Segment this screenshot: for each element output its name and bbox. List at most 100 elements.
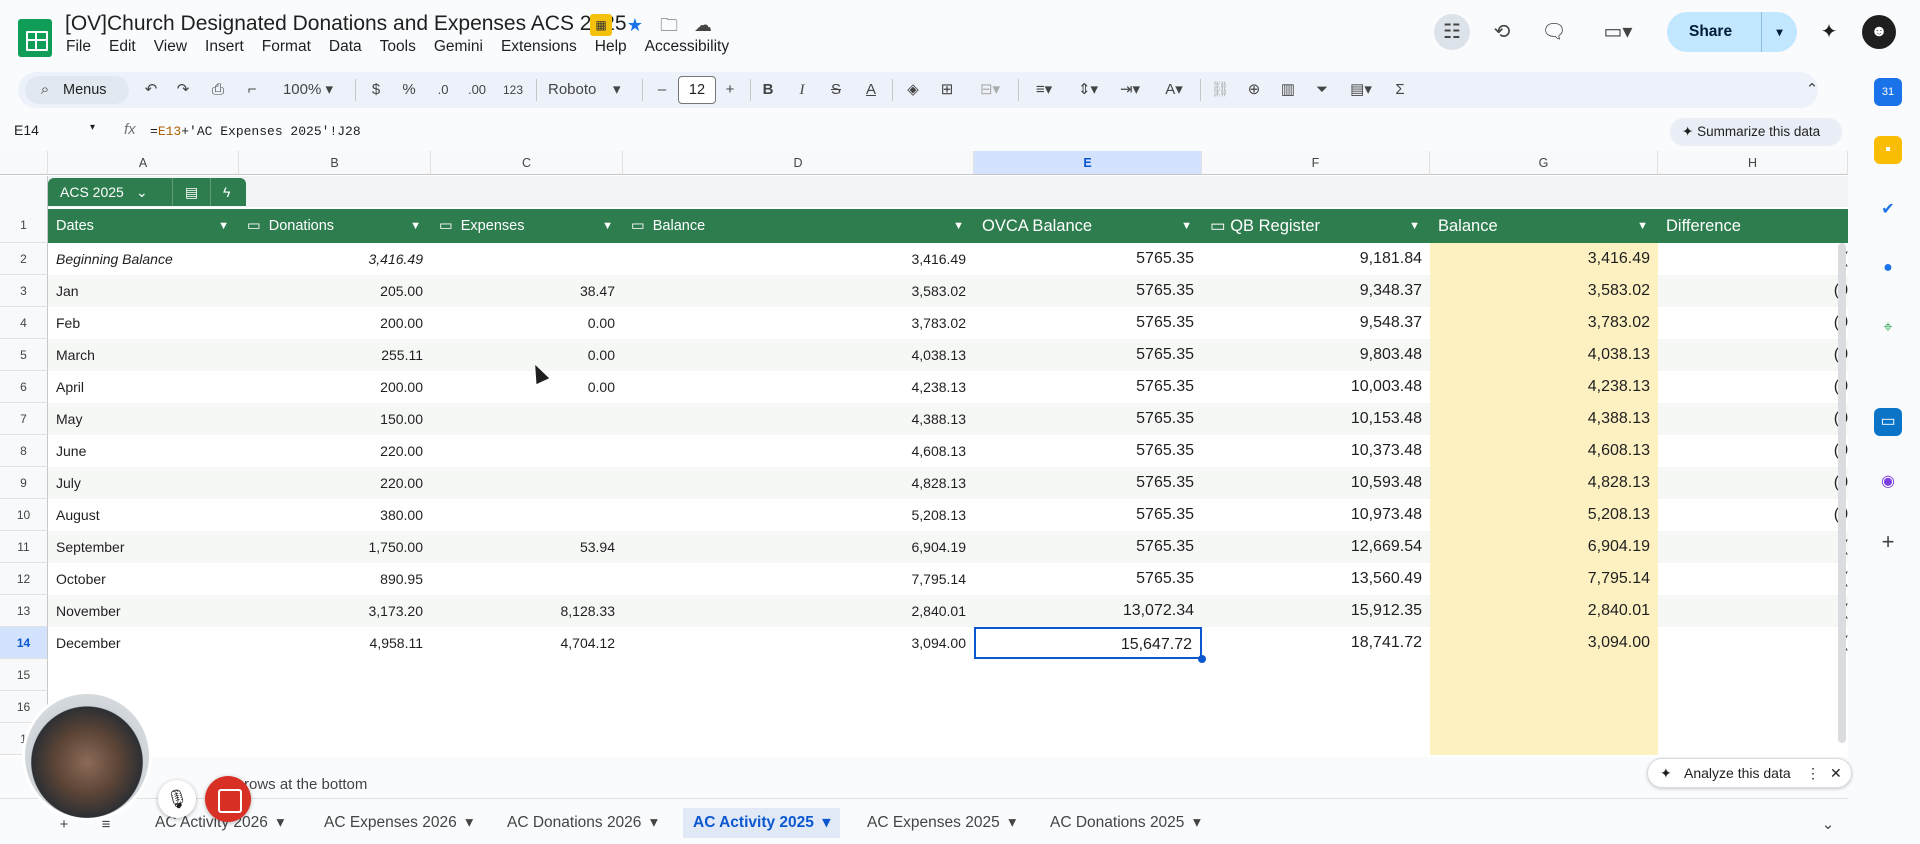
cell-b[interactable]: 3,173.20 <box>239 595 431 627</box>
cell-a[interactable]: March <box>48 339 239 371</box>
zoom-select[interactable]: 100% ▾ <box>276 75 340 105</box>
menu-extensions[interactable]: Extensions <box>492 37 586 57</box>
get-addons-icon[interactable]: + <box>1874 528 1902 556</box>
cell-c[interactable] <box>431 499 623 531</box>
strikethrough-button[interactable]: S <box>826 75 846 105</box>
cell-c[interactable] <box>431 435 623 467</box>
column-header-b[interactable]: B <box>239 151 431 175</box>
summarize-data-button[interactable]: ✦ Summarize this data <box>1670 118 1842 146</box>
cell-c[interactable]: 4,704.12 <box>431 627 623 659</box>
filter-icon[interactable]: ⏷ <box>1310 75 1334 105</box>
move-folder-icon[interactable]: 🗀 <box>658 14 680 36</box>
gemini-spark-icon[interactable]: ✦ <box>1811 14 1847 50</box>
cell-d[interactable]: 3,094.00 <box>623 627 974 659</box>
cell-d[interactable]: 4,238.13 <box>623 371 974 403</box>
row-header-1[interactable]: 1 <box>0 207 48 243</box>
menu-help[interactable]: Help <box>586 37 636 57</box>
table-automation-icon[interactable]: ϟ <box>210 178 230 206</box>
header-balance[interactable]: ▭ Balance ▼ <box>623 209 974 243</box>
cell-e[interactable]: 5765.35 <box>974 403 1202 435</box>
column-header-g[interactable]: G <box>1430 151 1658 175</box>
sheet-tab-ac-expenses-2025[interactable]: AC Expenses 2025 ▾ <box>857 808 1026 838</box>
cell-e[interactable]: 15,647.72 <box>974 627 1202 659</box>
formula-input[interactable]: =E13+'AC Expenses 2025'!J28 <box>150 124 361 139</box>
fill-handle[interactable] <box>1198 655 1206 663</box>
redo-icon[interactable]: ↷ <box>172 75 194 105</box>
cell-h[interactable]: (0 <box>1658 339 1848 371</box>
cell-d[interactable]: 4,388.13 <box>623 403 974 435</box>
cell-h[interactable]: (0 <box>1658 275 1848 307</box>
account-avatar[interactable]: ☻ <box>1862 15 1896 49</box>
share-dropdown-icon[interactable]: ▾ <box>1761 12 1797 52</box>
version-history-icon[interactable]: ⟲ <box>1484 14 1520 50</box>
cell-e[interactable]: 13,072.34 <box>974 595 1202 627</box>
row-header[interactable]: 13 <box>0 595 48 627</box>
italic-button[interactable]: I <box>792 75 812 105</box>
cell-c[interactable] <box>431 243 623 275</box>
menu-format[interactable]: Format <box>253 37 320 57</box>
sheet-tab-ac-donations-2026[interactable]: AC Donations 2026 ▾ <box>497 808 668 838</box>
row-header[interactable]: 6 <box>0 371 48 403</box>
star-icon[interactable]: ★ <box>624 14 646 36</box>
keep-icon[interactable]: ▪ <box>1874 136 1902 164</box>
bold-button[interactable]: B <box>758 75 778 105</box>
row-header[interactable]: 14 <box>0 627 48 659</box>
menu-accessibility[interactable]: Accessibility <box>636 37 738 57</box>
functions-icon[interactable]: Σ <box>1388 75 1412 105</box>
cell-f[interactable]: 10,973.48 <box>1202 499 1430 531</box>
header-balance-2[interactable]: Balance ▼ <box>1430 209 1658 243</box>
close-icon[interactable]: ✕ <box>1830 759 1842 787</box>
cell-b[interactable]: 890.95 <box>239 563 431 595</box>
cell-a[interactable]: June <box>48 435 239 467</box>
cell-f[interactable]: 10,003.48 <box>1202 371 1430 403</box>
cell-a[interactable]: April <box>48 371 239 403</box>
cell-h[interactable]: (0 <box>1658 403 1848 435</box>
cell-c[interactable] <box>431 467 623 499</box>
cell-e[interactable]: 5765.35 <box>974 467 1202 499</box>
sheets-logo-icon[interactable] <box>18 19 52 57</box>
row-header[interactable]: 10 <box>0 499 48 531</box>
cell-c[interactable]: 0.00 <box>431 371 623 403</box>
cell-d[interactable]: 3,583.02 <box>623 275 974 307</box>
row-header[interactable]: 3 <box>0 275 48 307</box>
empty-highlight-cell[interactable] <box>1430 691 1658 723</box>
cell-e[interactable]: 5765.35 <box>974 339 1202 371</box>
paint-format-icon[interactable]: ⌐ <box>240 75 264 105</box>
meet-participants-icon[interactable]: ☷ <box>1434 14 1470 50</box>
microphone-icon[interactable]: 🎙 <box>158 780 196 818</box>
cell-d[interactable]: 6,904.19 <box>623 531 974 563</box>
cell-f[interactable]: 9,803.48 <box>1202 339 1430 371</box>
cell-c[interactable]: 0.00 <box>431 339 623 371</box>
cell-a[interactable]: October <box>48 563 239 595</box>
cell-d[interactable]: 3,416.49 <box>623 243 974 275</box>
menu-gemini[interactable]: Gemini <box>425 37 492 57</box>
insert-chart-icon[interactable]: ▥ <box>1276 75 1300 105</box>
merge-cells-icon[interactable]: ⊟▾ <box>970 75 1010 105</box>
font-size-decrease-button[interactable]: – <box>652 75 672 105</box>
decrease-decimal-button[interactable]: .0 <box>430 75 456 105</box>
cell-g[interactable]: 4,388.13 <box>1430 403 1658 435</box>
cell-h[interactable]: (0 <box>1658 307 1848 339</box>
cell-a[interactable]: November <box>48 595 239 627</box>
cell-b[interactable]: 200.00 <box>239 371 431 403</box>
cell-f[interactable]: 10,153.48 <box>1202 403 1430 435</box>
sheet-tab-ac-expenses-2026[interactable]: AC Expenses 2026 ▾ <box>314 808 483 838</box>
cell-f[interactable]: 9,181.84 <box>1202 243 1430 275</box>
header-dates[interactable]: Dates ▼ <box>48 209 239 243</box>
cell-b[interactable]: 150.00 <box>239 403 431 435</box>
cell-f[interactable]: 13,560.49 <box>1202 563 1430 595</box>
cell-b[interactable]: 255.11 <box>239 339 431 371</box>
name-box[interactable]: E14 ▾ <box>14 122 104 138</box>
insert-comment-icon[interactable]: ⊕ <box>1242 75 1266 105</box>
horizontal-align-icon[interactable]: ≡▾ <box>1026 75 1062 105</box>
column-header-c[interactable]: C <box>431 151 623 175</box>
header-difference[interactable]: Difference <box>1658 209 1848 243</box>
vertical-scrollbar[interactable] <box>1838 243 1846 743</box>
row-header[interactable]: 11 <box>0 531 48 563</box>
sheet-tab-ac-donations-2025[interactable]: AC Donations 2025 ▾ <box>1040 808 1211 838</box>
font-size-increase-button[interactable]: + <box>720 75 740 105</box>
text-wrapping-icon[interactable]: ⇥▾ <box>1112 75 1148 105</box>
header-ovca-balance[interactable]: OVCA Balance ▼ <box>974 209 1202 243</box>
cell-g[interactable]: 6,904.19 <box>1430 531 1658 563</box>
meet-video-icon[interactable]: ▭▾ <box>1590 14 1646 50</box>
